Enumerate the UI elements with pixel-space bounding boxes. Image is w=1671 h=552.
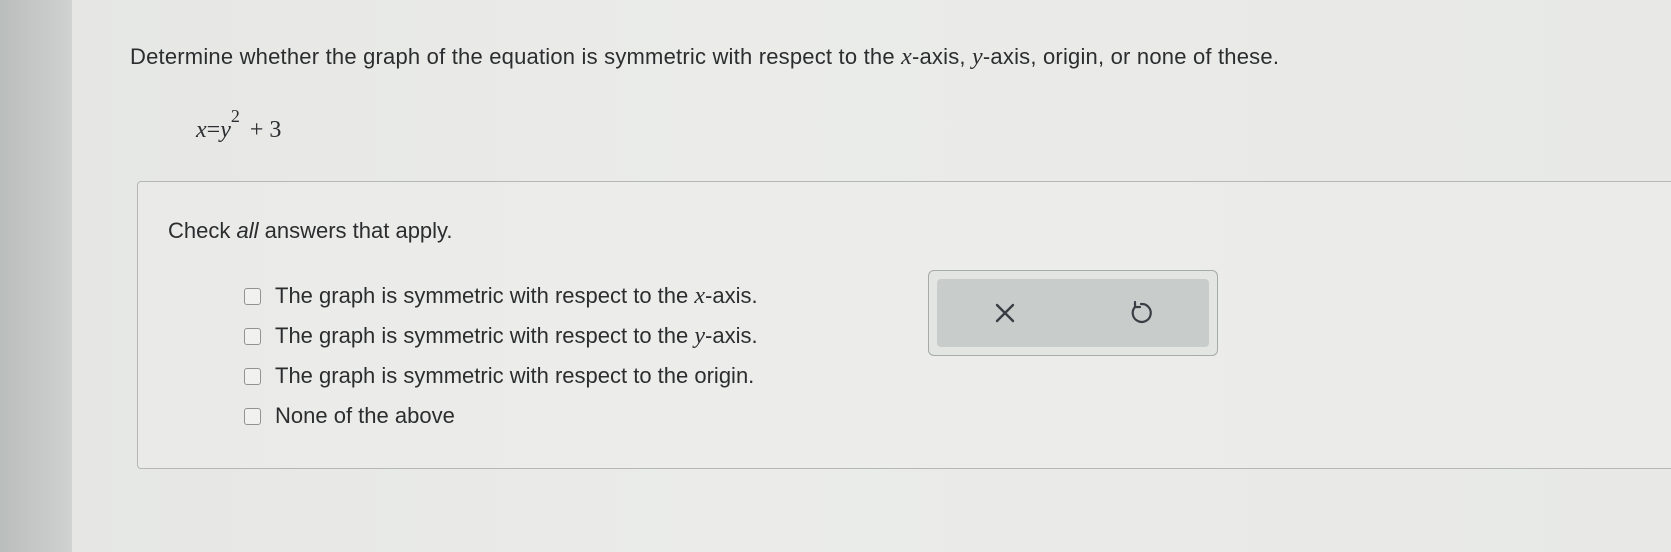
options-list: The graph is symmetric with respect to t… <box>244 276 758 436</box>
checkbox-none[interactable] <box>244 407 261 425</box>
close-icon <box>994 302 1016 324</box>
instruction-text: Check all answers that apply. <box>168 218 453 243</box>
option-none[interactable]: None of the above <box>244 396 758 436</box>
option-label[interactable]: The graph is symmetric with respect to t… <box>275 363 754 389</box>
tool-panel <box>928 270 1218 356</box>
option-label[interactable]: The graph is symmetric with respect to t… <box>275 283 758 310</box>
clear-button[interactable] <box>983 291 1027 335</box>
option-label[interactable]: None of the above <box>275 403 455 429</box>
checkbox-x-axis[interactable] <box>244 287 261 305</box>
tool-panel-inner <box>937 279 1209 347</box>
checkbox-origin[interactable] <box>244 367 261 385</box>
left-gutter <box>0 0 72 552</box>
undo-button[interactable] <box>1119 291 1163 335</box>
option-origin[interactable]: The graph is symmetric with respect to t… <box>244 356 758 396</box>
option-x-axis[interactable]: The graph is symmetric with respect to t… <box>244 276 758 316</box>
equation: x=y2+ 3 <box>196 106 282 143</box>
question-text: Determine whether the graph of the equat… <box>130 44 1280 70</box>
undo-icon <box>1128 300 1154 326</box>
checkbox-y-axis[interactable] <box>244 327 261 345</box>
option-y-axis[interactable]: The graph is symmetric with respect to t… <box>244 316 758 356</box>
option-label[interactable]: The graph is symmetric with respect to t… <box>275 323 758 350</box>
